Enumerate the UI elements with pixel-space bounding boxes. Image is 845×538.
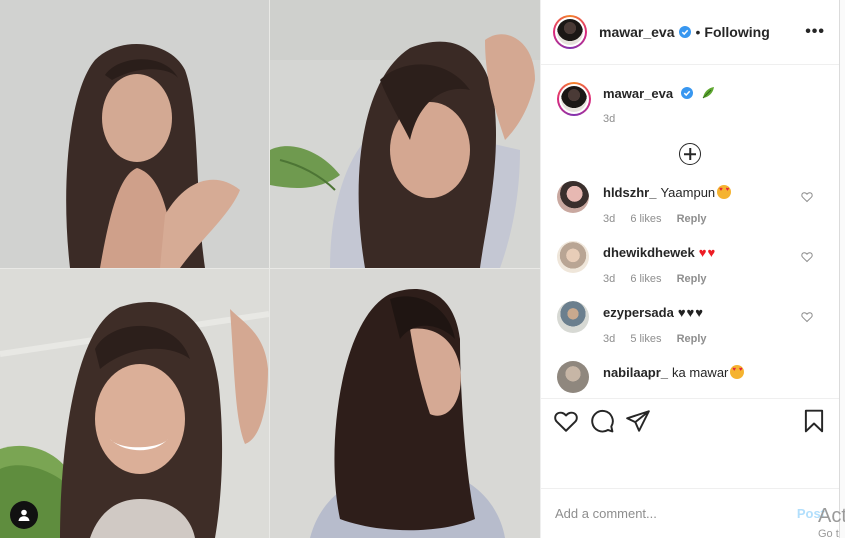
reply-button[interactable]: Reply [677, 333, 707, 345]
comments-list[interactable]: mawar_eva 3d hldszhr_ Yaampun♥ ♥ 3d 6 li… [541, 66, 839, 398]
more-options-icon[interactable]: ••• [805, 23, 825, 41]
photo-tile-top-left [0, 0, 269, 268]
plus-circle-icon[interactable] [679, 143, 701, 165]
commenter-avatar[interactable] [557, 361, 589, 393]
header-separator: • [695, 24, 701, 40]
commenter-avatar[interactable] [557, 301, 589, 333]
post-comment-button[interactable]: Post [797, 506, 825, 521]
caption-avatar[interactable] [557, 82, 591, 116]
reply-button[interactable]: Reply [677, 213, 707, 225]
comment-bubble-icon[interactable] [589, 408, 615, 434]
post-action-bar [541, 398, 839, 442]
author-avatar[interactable] [553, 15, 587, 49]
commenter-username[interactable]: hldszhr_ [603, 185, 656, 200]
verified-badge-icon [680, 87, 693, 99]
comment-likes[interactable]: 6 likes [630, 273, 661, 285]
comment-time: 3d [603, 213, 616, 225]
photo-tile-bottom-right [270, 269, 540, 538]
save-bookmark-icon[interactable] [801, 408, 827, 434]
post-caption: mawar_eva 3d [557, 82, 823, 125]
commenter-username[interactable]: nabilaapr_ [603, 365, 668, 380]
heart-eyes-emoji-icon [717, 185, 732, 199]
comment-item: hldszhr_ Yaampun 3d 6 likes Reply [557, 181, 823, 225]
comment-likes[interactable]: 6 likes [630, 213, 661, 225]
commenter-avatar[interactable] [557, 241, 589, 273]
comment-item: ezypersada ♥♥♥ 3d 5 likes Reply [557, 301, 823, 345]
following-button[interactable]: Following [704, 24, 769, 40]
verified-badge-icon [678, 26, 691, 38]
commenter-username[interactable]: dhewikdhewek [603, 245, 695, 260]
leaf-emoji-icon [703, 87, 715, 99]
comment-time: 3d [603, 273, 616, 285]
like-comment-heart-icon[interactable] [801, 251, 813, 263]
comment-likes[interactable]: 5 likes [630, 333, 661, 345]
heart-eyes-emoji-icon [730, 365, 745, 379]
comment-text: ka mawar [672, 365, 729, 380]
comment-item: nabilaapr_ ka mawar [557, 361, 823, 393]
add-comment-bar: Post [541, 488, 839, 538]
author-username[interactable]: mawar_eva [599, 24, 675, 40]
like-comment-heart-icon[interactable] [801, 191, 813, 203]
photo-tile-bottom-left [0, 269, 269, 538]
comment-time: 3d [603, 333, 616, 345]
like-heart-icon[interactable] [553, 408, 579, 434]
tagged-users-button[interactable] [10, 501, 38, 529]
red-hearts-emoji: ♥♥ [698, 245, 717, 260]
load-more-comments-button[interactable] [557, 143, 823, 165]
caption-username[interactable]: mawar_eva [603, 86, 673, 101]
commenter-avatar[interactable] [557, 181, 589, 213]
commenter-username[interactable]: ezypersada [603, 305, 674, 320]
post-media[interactable] [0, 0, 540, 538]
reply-button[interactable]: Reply [677, 273, 707, 285]
like-comment-heart-icon[interactable] [801, 311, 813, 323]
post-side-panel: mawar_eva • Following ••• mawar_eva 3d h… [540, 0, 840, 538]
photo-tile-top-right [270, 0, 540, 268]
comment-input[interactable] [555, 506, 797, 521]
user-icon [18, 509, 30, 521]
post-header: mawar_eva • Following ••• [541, 0, 839, 65]
share-paper-plane-icon[interactable] [625, 408, 651, 434]
black-hearts-emoji: ♥♥♥ [677, 305, 704, 320]
comment-text: Yaampun [660, 185, 716, 200]
caption-time: 3d [603, 113, 616, 125]
comment-item: dhewikdhewek ♥♥ 3d 6 likes Reply [557, 241, 823, 285]
